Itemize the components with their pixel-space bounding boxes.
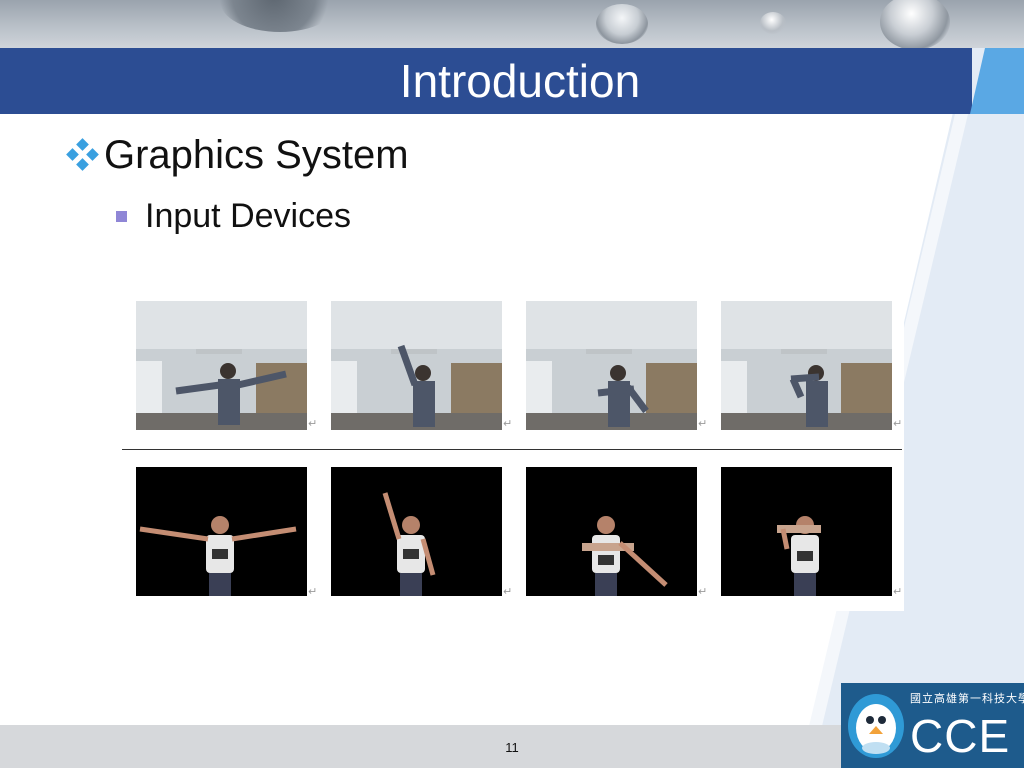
return-mark: ↵: [893, 585, 903, 598]
return-mark: ↵: [308, 585, 318, 598]
camera-frame-4: [721, 301, 892, 430]
water-drop-decoration: [596, 4, 648, 44]
penguin-emblem-icon: [848, 694, 904, 758]
bullet-level1: Graphics System: [66, 130, 409, 180]
slide: Introduction Graphics System Input Devic…: [0, 0, 1024, 768]
camera-frame-2: [331, 301, 502, 430]
input-devices-figure: ↵ ↵ ↵ ↵ ↵ ↵ ↵ ↵: [120, 289, 904, 611]
water-drop-decoration: [880, 0, 950, 48]
avatar-frame-2: [331, 467, 502, 596]
logo-text: CCE: [910, 710, 1011, 762]
return-mark: ↵: [503, 417, 513, 430]
return-mark: ↵: [698, 585, 708, 598]
avatar-frame-4: [721, 467, 892, 596]
return-mark: ↵: [698, 417, 708, 430]
return-mark: ↵: [503, 585, 513, 598]
slide-title: Introduction: [399, 55, 641, 107]
return-mark: ↵: [893, 417, 903, 430]
avatar-frame-3: [526, 467, 697, 596]
logo-university-name: 國立高雄第一科技大學: [910, 692, 1024, 705]
figure-divider: [122, 449, 902, 450]
bullet-level2-text: Input Devices: [145, 196, 351, 235]
return-mark: ↵: [308, 417, 318, 430]
avatar-frame-1: [136, 467, 307, 596]
page-number: 11: [505, 740, 519, 755]
diamond-bullet-icon: [66, 138, 99, 171]
header-photo-banner: [0, 0, 1024, 48]
water-drop-decoration: [760, 12, 786, 34]
bullet-level1-text: Graphics System: [104, 132, 409, 177]
camera-frame-1: [136, 301, 307, 430]
camera-frame-3: [526, 301, 697, 430]
bullet-level2: Input Devices: [116, 196, 351, 236]
water-drop-decoration: [220, 0, 340, 32]
square-bullet-icon: [116, 210, 127, 222]
